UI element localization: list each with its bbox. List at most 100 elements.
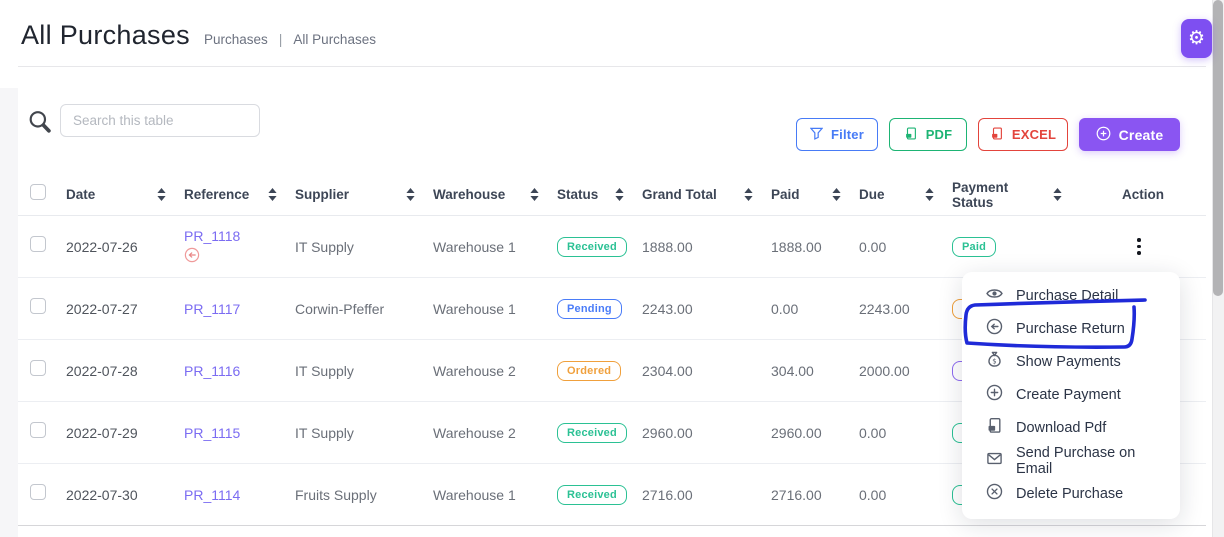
action-cell (1080, 232, 1206, 261)
due-cell: 2000.00 (859, 363, 952, 379)
sort-icon[interactable] (925, 188, 934, 201)
scrollbar-thumb[interactable] (1213, 0, 1223, 296)
menu-item-send-purchase-on-email[interactable]: Send Purchase on Email (962, 444, 1180, 477)
excel-file-icon (990, 126, 1004, 144)
row-checkbox-cell (30, 484, 66, 505)
table-row: 2022-07-26PR_1118IT SupplyWarehouse 1Rec… (18, 216, 1206, 278)
select-all-checkbox[interactable] (30, 184, 46, 200)
column-header-reference: Reference (184, 187, 295, 202)
grand-total-cell: 2716.00 (642, 487, 771, 503)
reference-cell: PR_1118 (184, 228, 295, 266)
row-checkbox-cell (30, 298, 66, 319)
row-checkbox-cell (30, 360, 66, 381)
sort-icon[interactable] (406, 188, 415, 201)
gear-icon: ⚙ (1188, 29, 1205, 48)
column-header-due: Due (859, 187, 952, 202)
purchase-reference-link[interactable]: PR_1117 (184, 301, 240, 317)
breadcrumb-separator: | (279, 31, 283, 47)
breadcrumb-parent-link[interactable]: Purchases (204, 32, 268, 47)
sort-icon[interactable] (744, 188, 753, 201)
menu-item-create-payment[interactable]: Create Payment (962, 378, 1180, 411)
excel-button-label: EXCEL (1012, 127, 1056, 142)
supplier-cell: IT Supply (295, 239, 433, 255)
row-checkbox[interactable] (30, 422, 46, 438)
purchase-reference-link[interactable]: PR_1118 (184, 228, 240, 244)
row-action-dropdown-menu: Purchase Detail Purchase Return $Show Paym… (962, 272, 1180, 519)
sort-icon[interactable] (832, 188, 841, 201)
status-badge: Pending (557, 299, 622, 319)
excel-export-button[interactable]: EXCEL (978, 118, 1068, 151)
warehouse-cell: Warehouse 2 (433, 425, 557, 441)
reference-cell: PR_1117 (184, 301, 295, 317)
menu-item-label: Purchase Return (1016, 321, 1125, 337)
filter-button[interactable]: Filter (796, 118, 878, 151)
table-header-row: DateReferenceSupplierWarehouseStatusGran… (18, 174, 1206, 216)
paid-cell: 2716.00 (771, 487, 859, 503)
purchase-reference-link[interactable]: PR_1114 (184, 487, 240, 503)
status-cell: Received (557, 423, 642, 443)
menu-item-purchase-detail[interactable]: Purchase Detail (962, 279, 1180, 312)
menu-item-label: Purchase Detail (1016, 288, 1118, 304)
status-badge: Received (557, 485, 627, 505)
column-header-action: Action (1080, 187, 1206, 202)
column-header-label: Supplier (295, 187, 349, 202)
sort-icon[interactable] (157, 188, 166, 201)
funnel-icon (810, 127, 823, 143)
column-header-status: Status (557, 187, 642, 202)
date-cell: 2022-07-30 (66, 487, 184, 503)
status-cell: Received (557, 237, 642, 257)
warehouse-cell: Warehouse 1 (433, 487, 557, 503)
row-checkbox[interactable] (30, 236, 46, 252)
purchase-reference-link[interactable]: PR_1115 (184, 425, 240, 441)
envelope-icon (986, 450, 1003, 472)
pdf-button-label: PDF (926, 127, 953, 142)
pdf-export-button[interactable]: PDF (889, 118, 967, 151)
row-checkbox[interactable] (30, 360, 46, 376)
sort-icon[interactable] (530, 188, 539, 201)
settings-button[interactable]: ⚙ (1181, 19, 1212, 58)
column-header-warehouse: Warehouse (433, 187, 557, 202)
page-left-gutter (0, 88, 18, 537)
paid-cell: 304.00 (771, 363, 859, 379)
row-checkbox[interactable] (30, 298, 46, 314)
menu-item-download-pdf[interactable]: Download Pdf (962, 411, 1180, 444)
status-cell: Ordered (557, 361, 642, 381)
search-input[interactable] (60, 104, 260, 137)
column-header-label: Payment Status (952, 180, 1053, 210)
create-button[interactable]: Create (1079, 118, 1180, 151)
page-title: All Purchases (21, 20, 190, 51)
sort-icon[interactable] (1053, 188, 1062, 201)
pdf-file-icon (986, 417, 1003, 439)
breadcrumb-current: All Purchases (293, 32, 376, 47)
svg-text:$: $ (992, 357, 996, 365)
breadcrumb: Purchases | All Purchases (204, 31, 376, 47)
search-icon (27, 108, 53, 140)
status-badge: Received (557, 423, 627, 443)
row-checkbox-cell (30, 236, 66, 257)
sort-icon[interactable] (268, 188, 277, 201)
reference-cell: PR_1115 (184, 425, 295, 441)
warehouse-cell: Warehouse 1 (433, 239, 557, 255)
status-cell: Pending (557, 299, 642, 319)
grand-total-cell: 2304.00 (642, 363, 771, 379)
menu-item-purchase-return[interactable]: Purchase Return (962, 312, 1180, 345)
column-header-date: Date (66, 187, 184, 202)
date-cell: 2022-07-29 (66, 425, 184, 441)
scrollbar-track[interactable] (1212, 0, 1224, 537)
menu-item-label: Delete Purchase (1016, 486, 1123, 502)
row-checkbox-cell (30, 422, 66, 443)
menu-item-delete-purchase[interactable]: Delete Purchase (962, 477, 1180, 510)
status-cell: Received (557, 485, 642, 505)
row-checkbox[interactable] (30, 484, 46, 500)
supplier-cell: Fruits Supply (295, 487, 433, 503)
kebab-menu-icon[interactable] (1129, 232, 1149, 261)
menu-item-label: Send Purchase on Email (1016, 445, 1170, 477)
grand-total-cell: 2960.00 (642, 425, 771, 441)
menu-item-show-payments[interactable]: $Show Payments (962, 345, 1180, 378)
status-badge: Ordered (557, 361, 621, 381)
sort-icon[interactable] (615, 188, 624, 201)
purchase-reference-link[interactable]: PR_1116 (184, 363, 240, 379)
toolbar-buttons: Filter PDF EXCEL Create (796, 118, 1180, 151)
column-header-label: Date (66, 187, 95, 202)
menu-item-label: Create Payment (1016, 387, 1121, 403)
